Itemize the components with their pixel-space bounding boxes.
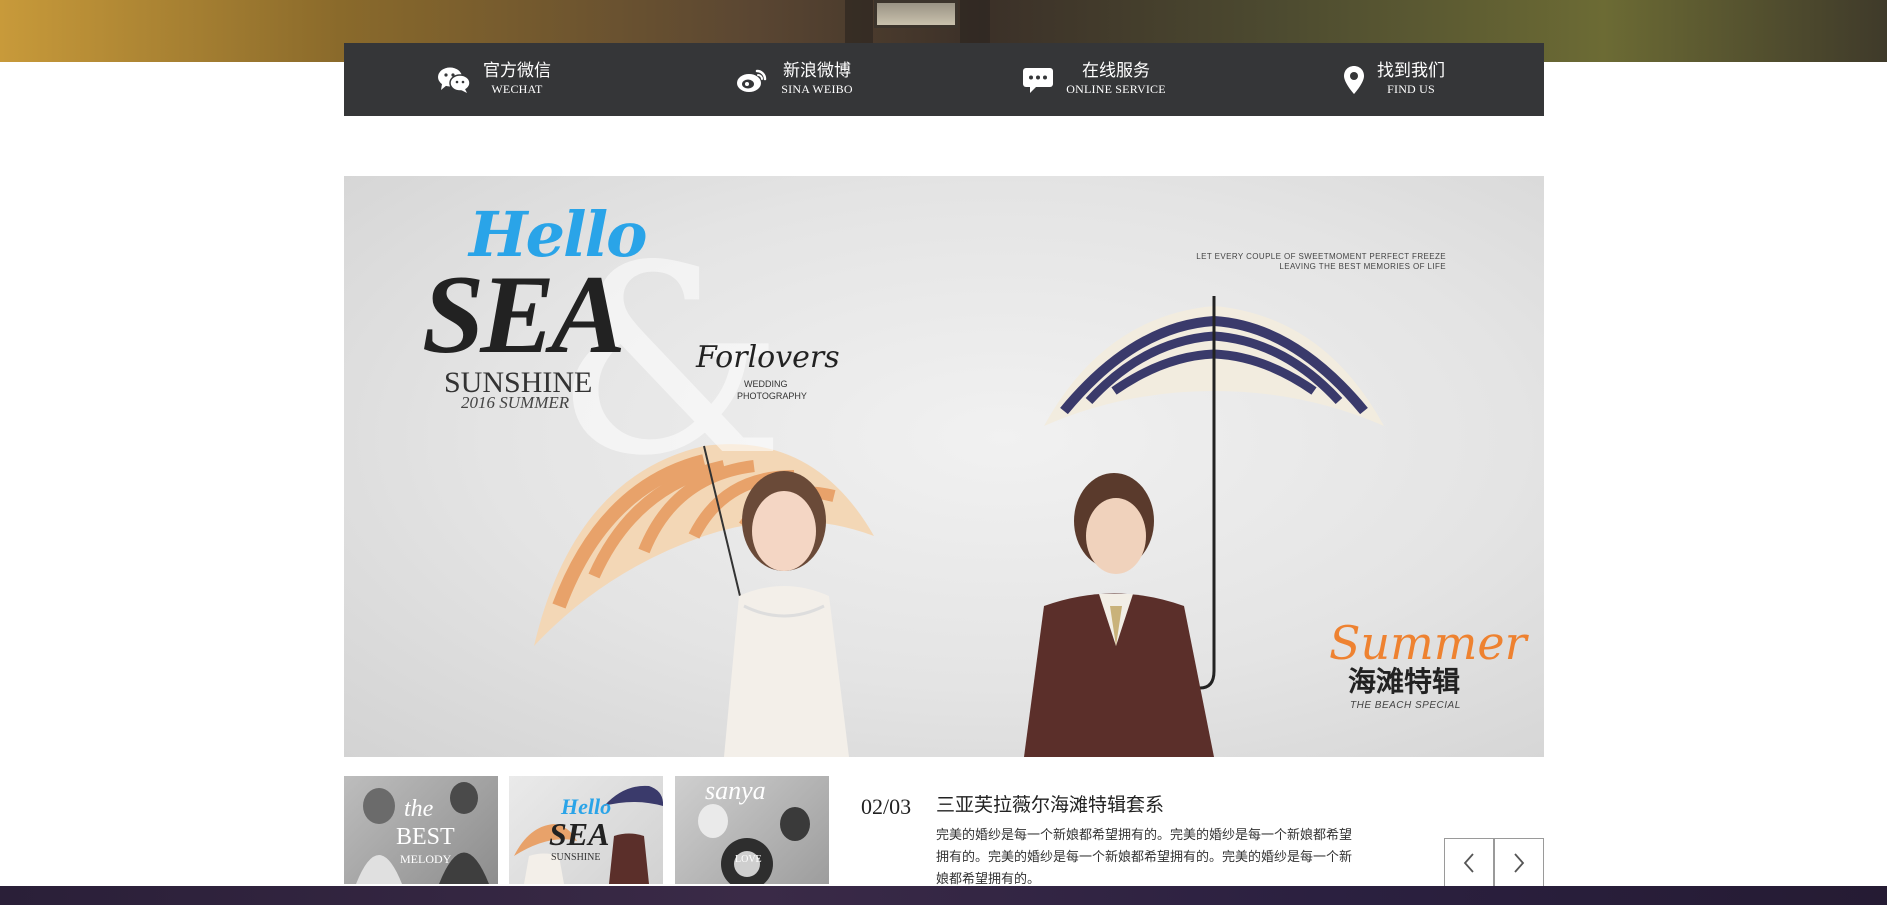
contact-label-cn: 新浪微博 — [782, 61, 851, 82]
contact-bar: 官方微信 WECHAT 新浪微博 SINA WEIBO 在线服务 ONLINE … — [344, 43, 1544, 116]
slide-description: 完美的婚纱是每一个新娘都希望拥有的。完美的婚纱是每一个新娘都希望拥有的。完美的婚… — [936, 828, 1353, 887]
thumbnail-1-label-main: BEST — [396, 824, 455, 850]
contact-label-cn: 找到我们 — [1377, 61, 1445, 82]
contact-find-us-text: 找到我们 FIND US — [1377, 61, 1445, 97]
location-pin-icon — [1343, 65, 1365, 95]
hero-wedding: WEDDING — [744, 379, 788, 389]
contact-online-service[interactable]: 在线服务 ONLINE SERVICE — [944, 43, 1244, 116]
thumbnail-3-label-top: sanya — [705, 776, 766, 805]
chat-bubble-icon — [1022, 66, 1054, 94]
thumbnail-2-label-sub: SUNSHINE — [551, 852, 601, 863]
hero-beach-special-cn: 海滩特辑 — [1348, 665, 1461, 698]
contact-find-us[interactable]: 找到我们 FIND US — [1244, 43, 1544, 116]
hero-banner[interactable]: & Hello SEA SUNSHINE 2016 SUMMER Forlove… — [344, 176, 1544, 757]
hero-forlovers-logo: Forlovers — [696, 340, 840, 375]
contact-label-en: FIND US — [1387, 82, 1435, 97]
prev-slide-button[interactable] — [1444, 838, 1494, 888]
chevron-right-icon — [1514, 853, 1525, 873]
slide-title: 三亚芙拉薇尔海滩特辑套系 — [936, 794, 1165, 816]
thumbnail-1-label-sub: MELODY — [400, 852, 452, 866]
next-slide-button[interactable] — [1494, 838, 1544, 888]
chevron-left-icon — [1463, 853, 1474, 873]
weibo-icon — [735, 66, 769, 94]
contact-label-cn: 在线服务 — [1082, 61, 1150, 82]
hero-tagline-line2: LEAVING THE BEST MEMORIES OF LIFE — [1279, 262, 1446, 271]
contact-label-en: WECHAT — [491, 82, 543, 97]
contact-label-en: ONLINE SERVICE — [1066, 82, 1166, 97]
contact-weibo[interactable]: 新浪微博 SINA WEIBO — [644, 43, 944, 116]
footer-background — [0, 886, 1887, 905]
thumbnail-2-label-main: SEA — [549, 816, 610, 852]
thumbnail-1-label-top: the — [404, 796, 434, 822]
contact-online-service-text: 在线服务 ONLINE SERVICE — [1066, 61, 1166, 97]
hero-beach-special-en: THE BEACH SPECIAL — [1350, 700, 1461, 711]
contact-wechat-text: 官方微信 WECHAT — [483, 61, 551, 97]
hero-tagline-line1: LET EVERY COUPLE OF SWEETMOMENT PERFECT … — [1196, 252, 1446, 261]
slide-thumbnail-3[interactable]: sanya LOVE — [675, 776, 829, 884]
contact-wechat[interactable]: 官方微信 WECHAT — [344, 43, 644, 116]
hero-photography: PHOTOGRAPHY — [737, 391, 807, 401]
groom-figure — [1024, 473, 1214, 757]
wechat-icon — [437, 66, 471, 94]
slide-thumbnail-2[interactable]: Hello SEA SUNSHINE — [509, 776, 663, 884]
thumbnail-3-label-main: LOVE — [735, 854, 762, 865]
photo-door — [874, 0, 958, 28]
contact-weibo-text: 新浪微博 SINA WEIBO — [781, 61, 853, 97]
hero-sea-title: SEA — [422, 253, 626, 377]
contact-label-en: SINA WEIBO — [781, 82, 853, 97]
slide-thumbnail-1[interactable]: the BEST MELODY — [344, 776, 498, 884]
contact-label-cn: 官方微信 — [483, 61, 551, 82]
slide-counter: 02/03 — [861, 794, 912, 819]
hero-year: 2016 SUMMER — [461, 393, 570, 412]
